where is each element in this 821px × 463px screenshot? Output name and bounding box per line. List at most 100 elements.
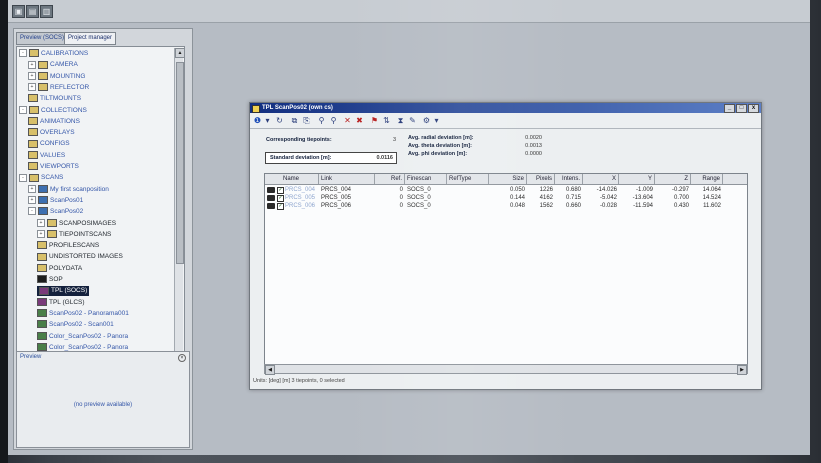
screen-photo: ▣ ▤ ▥ Preview (SOCS) Project manager ▲ ▼…: [0, 0, 821, 463]
pc-icon: [37, 297, 47, 306]
tree-item[interactable]: + SCANPOSIMAGES: [37, 218, 116, 229]
expand-icon[interactable]: +: [37, 230, 45, 239]
tree-scrollbar[interactable]: ▲ ▼: [174, 48, 184, 368]
close-icon[interactable]: ×: [178, 354, 186, 362]
refresh-icon[interactable]: ↻: [275, 116, 284, 125]
column-header-ref[interactable]: Ref.: [375, 174, 405, 184]
cell-z: 0.700: [673, 195, 689, 201]
tree-item-label: PROFILESCANS: [49, 242, 100, 250]
tree-item[interactable]: - CALIBRATIONS: [19, 49, 88, 59]
table-row[interactable]: ✓ PRCS_006 PRCS_006 0 SOCS_0 0.048 1562 0.660 -0…: [265, 202, 747, 210]
tree-item[interactable]: - SCANS: [19, 173, 63, 183]
tree-item-label: TPL (GLCS): [49, 298, 85, 306]
expand-icon[interactable]: +: [37, 218, 45, 227]
cell-name: PRCS_005: [285, 195, 316, 201]
tree-item[interactable]: ScanPos02 - Scan001: [37, 320, 114, 330]
sort-icon[interactable]: ⇅: [382, 116, 391, 125]
cell-y: -13.604: [632, 195, 653, 201]
tools-icon[interactable]: ⚙: [422, 116, 431, 125]
expand-icon[interactable]: +: [28, 196, 36, 205]
tree-item[interactable]: PROFILESCANS: [37, 241, 99, 251]
tree-item[interactable]: Color_ScanPos02 - Panora: [37, 331, 128, 342]
column-header-x[interactable]: X: [583, 174, 619, 184]
img-icon: [37, 331, 47, 340]
tree-item[interactable]: OVERLAYS: [28, 128, 75, 138]
tab-project-manager[interactable]: Project manager: [64, 32, 117, 45]
dropdown-arrow-icon[interactable]: ▾: [432, 116, 441, 125]
tree-item[interactable]: + MOUNTING: [28, 71, 85, 82]
img-icon: [37, 343, 47, 352]
tree-item[interactable]: ScanPos02 - Panorama001: [37, 309, 129, 319]
tree-item-label: SOP: [49, 276, 63, 283]
column-header-link[interactable]: Link: [319, 174, 375, 184]
column-header-intens[interactable]: Intens.: [555, 174, 583, 184]
column-header-z[interactable]: Z: [655, 174, 691, 184]
column-header-y[interactable]: Y: [619, 174, 655, 184]
expand-icon[interactable]: +: [28, 83, 36, 92]
expand-icon[interactable]: +: [28, 60, 36, 69]
find-tiepoints-icon[interactable]: ⚲: [317, 116, 326, 125]
tree-item[interactable]: + CAMERA: [28, 60, 78, 70]
tree-item[interactable]: POLYDATA: [37, 263, 82, 274]
tree-item[interactable]: VIEWPORTS: [28, 162, 79, 172]
flag-icon[interactable]: ⚑: [370, 116, 379, 125]
cell-finescan: SOCS_0: [407, 195, 431, 201]
column-header-reftype[interactable]: RefType: [447, 174, 489, 184]
info-icon[interactable]: ❶: [253, 116, 262, 125]
expand-icon[interactable]: +: [28, 184, 36, 193]
new-project-icon[interactable]: ▣: [12, 5, 25, 18]
project-tree[interactable]: ▲ ▼ - CALIBRATIONS + CAMERA + MOUNTING + REFLEC…: [16, 46, 185, 370]
collapse-icon[interactable]: -: [19, 173, 27, 182]
minimize-button[interactable]: _: [724, 104, 735, 113]
tiepoints-table[interactable]: Name Link Ref. Finescan RefType Size Pixels Int…: [264, 173, 748, 365]
tree-item[interactable]: CONFIGS: [28, 139, 70, 149]
tab-preview[interactable]: Preview (SOCS): [16, 32, 69, 45]
column-header-size[interactable]: Size: [489, 174, 527, 184]
tree-item[interactable]: TPL (SOCS): [37, 286, 90, 297]
tree-item[interactable]: VALUES: [28, 150, 65, 161]
column-header-name[interactable]: Name: [265, 174, 319, 184]
tree-scroll-thumb[interactable]: [176, 62, 184, 264]
tree-item[interactable]: + My first scanposition: [28, 184, 109, 195]
expand-icon[interactable]: +: [28, 71, 36, 80]
close-button[interactable]: x: [748, 104, 759, 113]
window-titlebar[interactable]: TPL ScanPos02 (own cs) _ □ x: [250, 103, 761, 113]
save-icon[interactable]: ▥: [40, 5, 53, 18]
scroll-left-icon[interactable]: ◀: [265, 365, 275, 375]
delete-all-icon[interactable]: ✖: [355, 116, 364, 125]
cell-link: PRCS_006: [321, 203, 352, 209]
cell-finescan: SOCS_0: [407, 187, 431, 193]
scroll-right-icon[interactable]: ▶: [737, 365, 747, 375]
collapse-icon[interactable]: -: [19, 49, 27, 58]
tree-item[interactable]: + ScanPos01: [28, 196, 83, 206]
tree-item[interactable]: TILTMOUNTS: [28, 94, 81, 104]
column-header-range[interactable]: Range: [691, 174, 723, 184]
tree-item[interactable]: ANIMATIONS: [28, 117, 80, 127]
filter-icon[interactable]: ⧗: [396, 116, 405, 125]
find-next-icon[interactable]: ⚲: [329, 116, 338, 125]
column-header-pixels[interactable]: Pixels: [527, 174, 555, 184]
tree-item[interactable]: + REFLECTOR: [28, 83, 89, 93]
tree-item[interactable]: UNDISTORTED IMAGES: [37, 252, 123, 262]
edit-icon[interactable]: ✎: [408, 116, 417, 125]
table-row[interactable]: ✓ PRCS_004 PRCS_004 0 SOCS_0 0.050 1226 0.680 -1…: [265, 186, 747, 194]
cell-x: -14.026: [596, 187, 617, 193]
horizontal-scrollbar[interactable]: ◀ ▶: [264, 364, 748, 375]
column-header-finescan[interactable]: Finescan: [405, 174, 447, 184]
delete-icon[interactable]: ✕: [343, 116, 352, 125]
tree-item[interactable]: - ScanPos02: [28, 207, 83, 217]
collapse-icon[interactable]: -: [28, 207, 36, 216]
scroll-up-icon[interactable]: ▲: [175, 48, 184, 58]
collapse-icon[interactable]: -: [19, 105, 27, 114]
dropdown-arrow-icon[interactable]: ▾: [263, 116, 272, 125]
maximize-button[interactable]: □: [736, 104, 747, 113]
table-row[interactable]: ✓ PRCS_005 PRCS_005 0 SOCS_0 0.144 4162 0.715 -5…: [265, 194, 747, 202]
tree-item[interactable]: SOP: [37, 275, 63, 285]
paste-icon[interactable]: ⎘: [302, 116, 311, 125]
tree-item[interactable]: - COLLECTIONS: [19, 105, 87, 116]
tree-item[interactable]: TPL (GLCS): [37, 297, 85, 308]
open-project-icon[interactable]: ▤: [26, 5, 39, 18]
window-icon: [252, 105, 260, 113]
copy-icon[interactable]: ⧉: [290, 116, 299, 125]
tree-item[interactable]: + TIEPOINTSCANS: [37, 230, 111, 240]
